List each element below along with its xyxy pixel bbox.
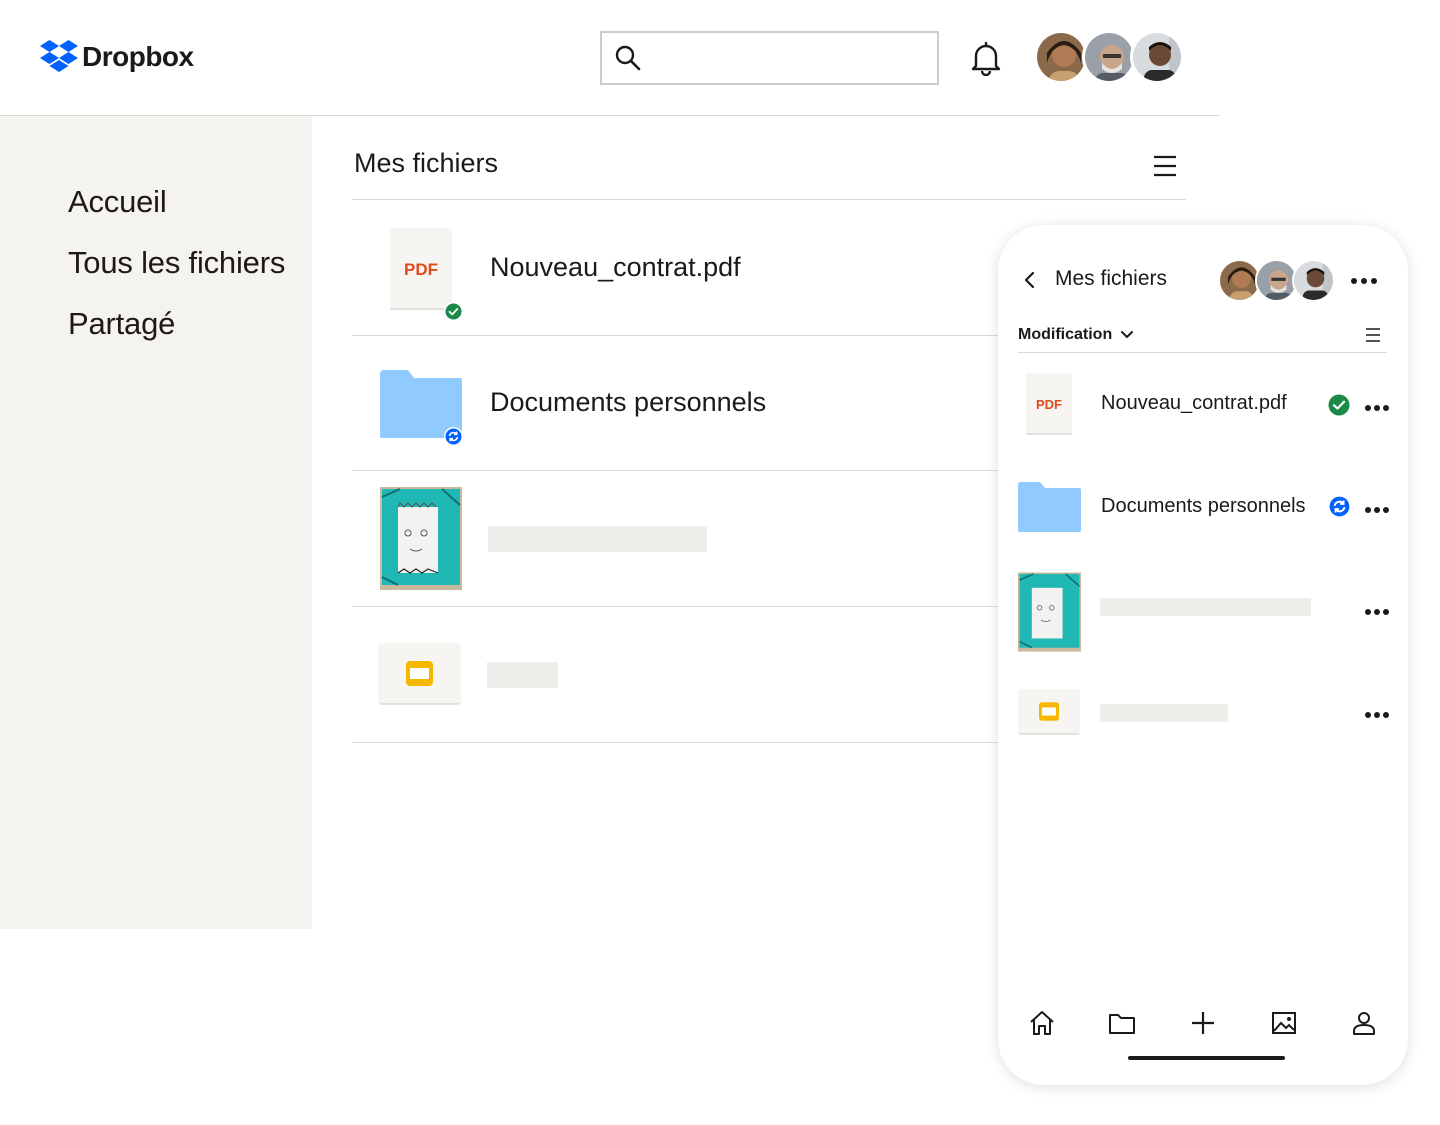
plus-icon[interactable] [1189,1009,1217,1042]
file-name-placeholder [1100,598,1311,616]
logo-text: Dropbox [82,41,194,72]
divider [352,199,1186,200]
synced-check-icon [1328,394,1350,416]
file-name: Documents personnels [1101,495,1306,517]
home-icon[interactable] [1028,1009,1056,1042]
presentation-icon [1039,702,1059,721]
pdf-label: PDF [404,260,438,279]
sidebar-item-all-files[interactable]: Tous les fichiers [68,245,285,281]
folder-icon [1018,482,1081,532]
file-name: Nouveau_contrat.pdf [1101,392,1287,414]
sort-label: Modification [1018,326,1113,343]
synced-check-icon [444,302,463,321]
file-name: Nouveau_contrat.pdf [490,252,741,282]
top-header: Dropbox [0,0,1220,116]
account-icon[interactable] [1350,1009,1378,1042]
search-box[interactable] [600,31,939,85]
notifications-bell-icon[interactable] [968,40,1004,81]
sort-dropdown[interactable]: Modification [1018,326,1134,344]
avatar[interactable] [1292,259,1335,302]
image-thumbnail [1018,572,1081,652]
avatar[interactable] [1130,30,1184,84]
image-thumbnail [380,487,462,590]
pdf-file-icon: PDF [1026,373,1072,435]
more-options-icon[interactable] [1364,604,1390,622]
sidebar: Accueil Tous les fichiers Partagé [0,116,312,929]
syncing-icon [444,427,463,446]
mobile-app-preview: Mes fichiers Modification PDF Nouveau_co… [998,225,1408,1085]
search-icon [614,44,642,77]
dropbox-logo[interactable]: Dropbox [40,40,194,74]
pdf-file-icon: PDF [390,228,452,310]
home-indicator-bar [1128,1056,1285,1060]
dropbox-logo-icon [40,40,78,72]
back-chevron-icon[interactable] [1022,270,1038,295]
avatar[interactable] [1034,30,1088,84]
folder-icon[interactable] [1108,1009,1136,1042]
avatar[interactable] [1082,30,1136,84]
more-options-icon[interactable] [1350,273,1378,291]
more-options-icon[interactable] [1364,502,1390,520]
chevron-down-icon [1121,331,1134,338]
photos-icon[interactable] [1270,1009,1298,1042]
file-name: Documents personnels [490,387,767,417]
divider [1018,352,1387,353]
more-options-icon[interactable] [1364,707,1390,725]
syncing-icon [1329,496,1350,517]
file-name-placeholder [1100,704,1228,722]
mobile-page-title: Mes fichiers [1055,267,1168,290]
page-title: Mes fichiers [354,148,499,178]
presentation-icon [406,661,433,686]
slides-file-icon [1018,689,1080,735]
sidebar-item-shared[interactable]: Partagé [68,306,175,342]
list-view-icon[interactable] [1365,327,1381,348]
sidebar-item-home[interactable]: Accueil [68,184,167,220]
pdf-label: PDF [1036,397,1062,412]
list-view-menu-icon[interactable] [1152,154,1178,183]
slides-file-icon [378,643,461,705]
more-options-icon[interactable] [1364,400,1390,418]
file-name-placeholder [488,526,707,552]
search-input[interactable] [652,39,922,77]
file-name-placeholder [487,662,558,688]
